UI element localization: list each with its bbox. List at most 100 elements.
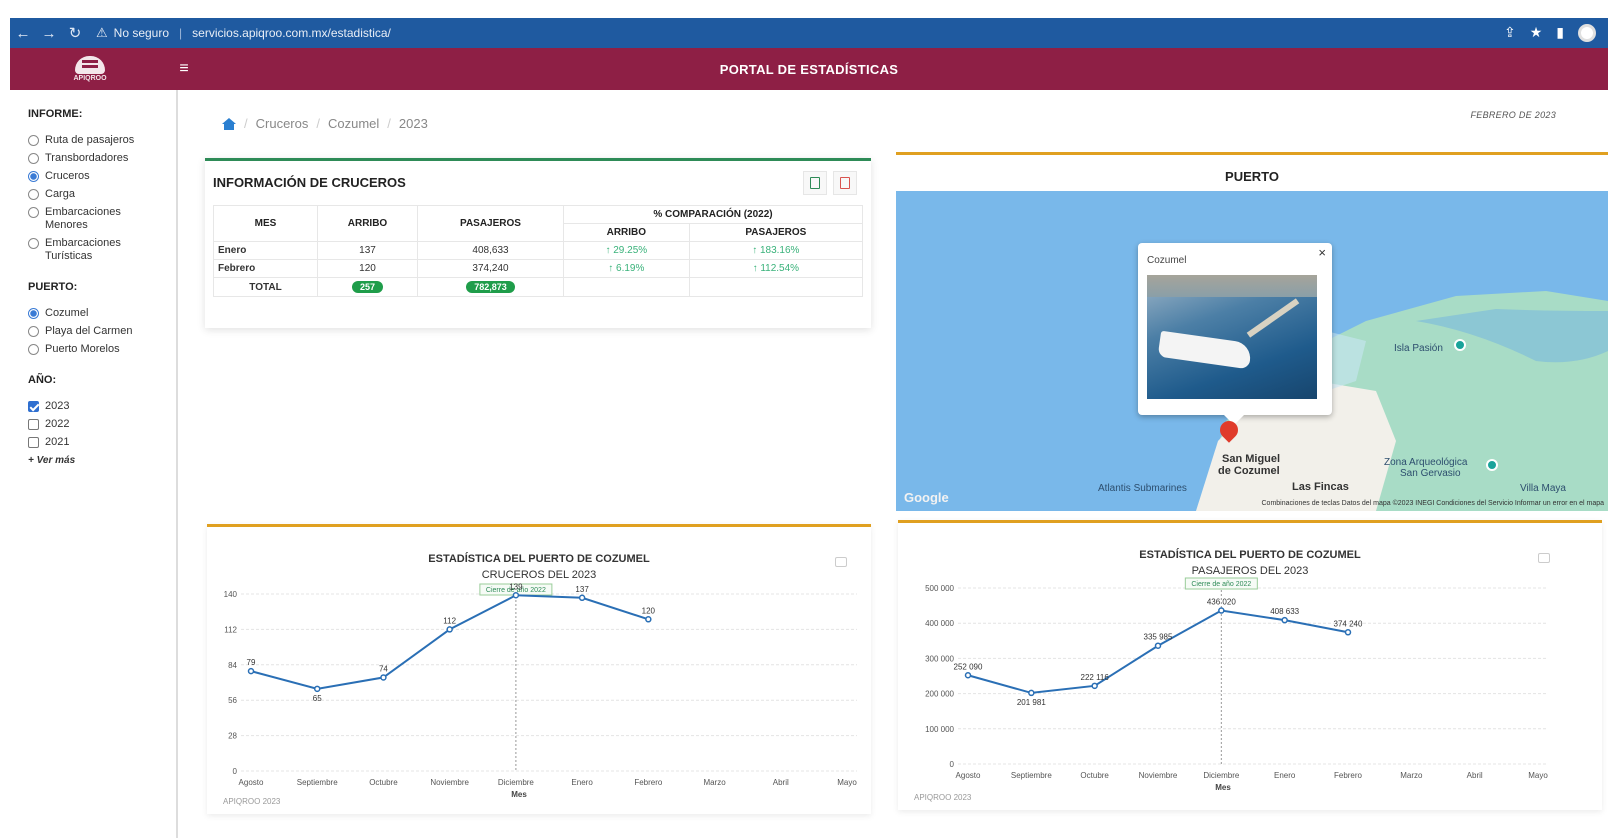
map-footer[interactable]: Combinaciones de teclas Datos del mapa ©… xyxy=(1262,500,1605,507)
radio-button[interactable] xyxy=(28,326,39,337)
anio-heading: AÑO: xyxy=(28,374,57,386)
address-bar[interactable]: ⚠ No seguro | servicios.apiqroo.com.mx/e… xyxy=(96,25,391,41)
cruise-table: MES ARRIBO PASAJEROS % COMPARACIÓN (2022… xyxy=(213,205,864,297)
forward-icon[interactable]: → xyxy=(36,25,62,42)
puerto-title: PUERTO xyxy=(1225,169,1279,184)
y-tick-label: 0 xyxy=(233,767,238,776)
y-tick-label: 140 xyxy=(224,590,238,599)
radio-button[interactable] xyxy=(28,189,39,200)
logo-text: APIQROO xyxy=(73,75,107,82)
data-label: 137 xyxy=(575,585,589,594)
radio-button[interactable] xyxy=(28,344,39,355)
checkbox[interactable] xyxy=(28,419,39,430)
bookmark-star-icon[interactable]: ★ xyxy=(1530,24,1543,42)
map-label-isla-pasion: Isla Pasión xyxy=(1394,343,1443,354)
pasajeros-chart-svg: 0 100 000 200 000 300 000 400 000 500 000 Agos… xyxy=(925,577,1548,792)
informe-option-embarcaciones-menores[interactable]: Embarcaciones Menores xyxy=(28,206,176,232)
pasajeros-chart-card: ESTADÍSTICA DEL PUERTO DE COZUMEL PASAJE… xyxy=(898,520,1602,810)
data-point xyxy=(247,667,255,675)
profile-avatar-icon[interactable] xyxy=(1578,24,1596,42)
export-pdf-button[interactable] xyxy=(833,171,857,195)
portal-title: PORTAL DE ESTADÍSTICAS xyxy=(719,61,899,77)
anio-option-2022[interactable]: 2022 xyxy=(28,418,176,431)
poi-marker-icon[interactable] xyxy=(1454,339,1466,351)
url-text[interactable]: servicios.apiqroo.com.mx/estadistica/ xyxy=(192,26,391,40)
informe-option-transbordadores[interactable]: Transbordadores xyxy=(28,152,176,165)
apiqroo-logo[interactable]: APIQROO xyxy=(10,56,170,82)
y-tick-label: 200 000 xyxy=(925,690,954,699)
radio-button-selected[interactable] xyxy=(28,171,39,182)
anio-group: AÑO: 2023 2022 2021 + Ver más xyxy=(28,374,176,466)
x-tick-label: Octubre xyxy=(369,778,398,787)
checkbox-checked[interactable] xyxy=(28,401,39,412)
data-point xyxy=(964,672,972,679)
radio-button-selected[interactable] xyxy=(28,308,39,319)
informe-option-ruta[interactable]: Ruta de pasajeros xyxy=(28,134,176,147)
x-tick-label: Marzo xyxy=(703,778,726,787)
export-excel-button[interactable] xyxy=(803,171,827,195)
puerto-option-playa-del-carmen[interactable]: Playa del Carmen xyxy=(28,325,176,338)
map-label-zona-2: San Gervasio xyxy=(1400,468,1461,479)
data-label: 222 116 xyxy=(1081,673,1110,682)
puerto-option-cozumel[interactable]: Cozumel xyxy=(28,307,176,320)
header-pasajeros: PASAJEROS xyxy=(417,205,564,242)
close-icon[interactable]: × xyxy=(1318,245,1326,260)
popup-title: Cozumel xyxy=(1147,255,1187,266)
total-pasajeros-badge: 782,873 xyxy=(466,281,515,293)
option-label: Cozumel xyxy=(45,307,89,319)
pdf-icon xyxy=(840,177,850,189)
informe-option-embarcaciones-turisticas[interactable]: Embarcaciones Turísticas xyxy=(28,237,176,263)
informe-option-cruceros[interactable]: Cruceros xyxy=(28,170,176,183)
reload-icon[interactable]: ↻ xyxy=(62,24,88,42)
chart-credit: APIQROO 2023 xyxy=(223,797,281,806)
hamburger-menu-icon[interactable]: ≡ xyxy=(170,60,198,78)
cell-comp-pasajeros: ↑ 112.54% xyxy=(688,259,864,278)
photo-shore xyxy=(1147,275,1317,297)
data-label: 120 xyxy=(642,606,656,615)
chart-credit: APIQROO 2023 xyxy=(914,793,972,802)
cell-arribo: 120 xyxy=(317,259,418,278)
map-label-villa-maya: Villa Maya xyxy=(1520,483,1566,494)
y-tick-label: 28 xyxy=(228,732,237,741)
breadcrumb-item-cozumel[interactable]: Cozumel xyxy=(328,116,379,131)
sidebar-panel-icon[interactable]: ▮ xyxy=(1556,24,1564,42)
data-point xyxy=(1344,629,1352,636)
share-icon[interactable]: ⇪ xyxy=(1504,24,1516,42)
option-label: 2023 xyxy=(45,400,70,412)
puerto-card: PUERTO Cozumel × San Miguel de Cozumel I… xyxy=(896,152,1608,512)
x-tick-label: Agosto xyxy=(956,771,981,780)
x-tick-label: Diciembre xyxy=(498,778,535,787)
x-tick-label: Mayo xyxy=(1528,771,1548,780)
header-mes: MES xyxy=(213,205,318,242)
puerto-option-puerto-morelos[interactable]: Puerto Morelos xyxy=(28,343,176,356)
radio-button[interactable] xyxy=(28,135,39,146)
map-label-atlantis: Atlantis Submarines xyxy=(1098,483,1187,494)
home-icon[interactable] xyxy=(222,117,236,130)
data-point xyxy=(313,685,321,693)
header-arribo: ARRIBO xyxy=(317,205,418,242)
radio-button[interactable] xyxy=(28,207,39,218)
map[interactable]: Cozumel × San Miguel de Cozumel Isla Pas… xyxy=(896,191,1608,511)
map-label-de-cozumel: de Cozumel xyxy=(1218,465,1280,477)
informe-option-carga[interactable]: Carga xyxy=(28,188,176,201)
header-comparacion: % COMPARACIÓN (2022) xyxy=(563,205,863,224)
photo-ship xyxy=(1157,330,1253,370)
y-tick-label: 500 000 xyxy=(925,584,954,593)
radio-button[interactable] xyxy=(28,238,39,249)
anio-option-2021[interactable]: 2021 xyxy=(28,436,176,449)
anio-option-2023[interactable]: 2023 xyxy=(28,400,176,413)
radio-button[interactable] xyxy=(28,153,39,164)
poi-marker-icon[interactable] xyxy=(1486,459,1498,471)
cell-total-label: TOTAL xyxy=(213,277,318,297)
sidebar: INFORME: Ruta de pasajeros Transbordador… xyxy=(10,90,178,838)
informe-heading: INFORME: xyxy=(28,108,83,120)
data-point xyxy=(1091,682,1098,690)
x-axis-title: Mes xyxy=(511,790,527,799)
back-icon[interactable]: ← xyxy=(10,25,36,42)
map-info-popup: Cozumel × xyxy=(1138,243,1332,425)
ver-mas-link[interactable]: + Ver más xyxy=(28,455,176,466)
photo-pier xyxy=(1246,298,1300,338)
checkbox[interactable] xyxy=(28,437,39,448)
map-label-san-miguel: San Miguel xyxy=(1222,453,1281,465)
breadcrumb-item-cruceros[interactable]: Cruceros xyxy=(256,116,309,131)
